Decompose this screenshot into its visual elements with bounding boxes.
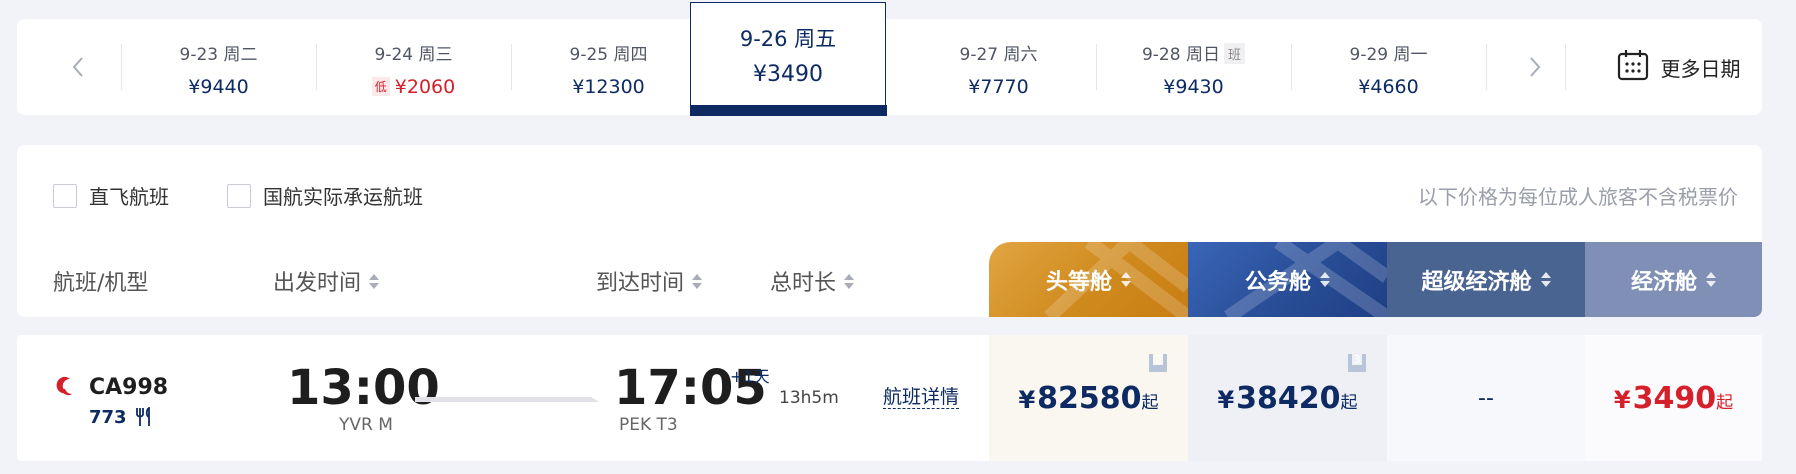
date-price: ¥7770 bbox=[968, 76, 1029, 98]
business-class-price-cell[interactable]: 3 ¥38420起 bbox=[1188, 335, 1387, 461]
currency-symbol: ¥ bbox=[1018, 385, 1036, 414]
date-price: ¥4660 bbox=[1358, 76, 1419, 98]
date-cell-0926-selected[interactable]: 9-26 周五 ¥3490 bbox=[689, 2, 887, 116]
currency-symbol: ¥ bbox=[1613, 385, 1631, 414]
sort-icon bbox=[1706, 272, 1716, 287]
date-cell-0929[interactable]: 9-29 周一 ¥4660 bbox=[1291, 19, 1486, 115]
nonstop-checkbox[interactable] bbox=[53, 183, 77, 208]
cabin-business-header[interactable]: 公务舱 bbox=[1188, 242, 1387, 317]
date-label: 9-29 周一 bbox=[1349, 45, 1428, 65]
price-from-suffix: 起 bbox=[1716, 392, 1734, 413]
working-day-tag: 班 bbox=[1223, 43, 1245, 64]
route-arrow-icon bbox=[415, 387, 601, 406]
date-cell-0923[interactable]: 9-23 周二 ¥9440 bbox=[121, 19, 316, 115]
aircraft-type: 773 bbox=[89, 407, 127, 428]
arrival-airport: PEK T3 bbox=[619, 415, 678, 435]
currency-symbol: ¥ bbox=[1217, 385, 1235, 414]
date-label: 9-24 周三 bbox=[374, 45, 453, 65]
sort-icon bbox=[1121, 272, 1131, 287]
price-from-suffix: 起 bbox=[1141, 392, 1159, 413]
first-class-price-cell[interactable]: 2 ¥82580起 bbox=[989, 335, 1188, 461]
air-china-logo-icon bbox=[51, 375, 75, 403]
more-dates-label: 更多日期 bbox=[1660, 56, 1741, 81]
nonstop-filter[interactable]: 直飞航班 bbox=[53, 181, 169, 210]
column-flight: 航班/机型 bbox=[53, 265, 148, 297]
air-china-operated-label: 国航实际承运航班 bbox=[263, 185, 423, 209]
date-cell-0927[interactable]: 9-27 周六 ¥7770 bbox=[901, 19, 1096, 115]
date-price-value: ¥2060 bbox=[394, 76, 456, 98]
date-cell-0924[interactable]: 9-24 周三 低 ¥2060 bbox=[316, 19, 511, 115]
date-label: 9-27 周六 bbox=[959, 45, 1038, 65]
date-cell-0928[interactable]: 9-28 周日班 ¥9430 bbox=[1096, 19, 1291, 115]
date-price: ¥3490 bbox=[753, 62, 823, 87]
date-divider bbox=[1565, 44, 1566, 90]
date-label: 9-26 周五 bbox=[739, 27, 837, 51]
price-note: 以下价格为每位成人旅客不含税票价 bbox=[1418, 185, 1738, 209]
business-class-price-value: 38420 bbox=[1236, 380, 1341, 416]
date-label-text: 9-28 周日 bbox=[1141, 45, 1220, 65]
column-depart-label: 出发时间 bbox=[273, 271, 362, 296]
date-cell-0925[interactable]: 9-25 周四 ¥12300 bbox=[511, 19, 706, 115]
first-class-price-value: 82580 bbox=[1037, 380, 1142, 416]
date-divider bbox=[1486, 44, 1487, 90]
date-price: ¥9440 bbox=[188, 76, 249, 98]
cabin-super-economy-header[interactable]: 超级经济舱 bbox=[1387, 242, 1585, 317]
seat-count-icon: 2 bbox=[1146, 351, 1170, 379]
flight-row: CA998 773 13:00 YVR M 17:05 +1天 PEK T3 1… bbox=[17, 335, 1762, 461]
next-day-indicator: +1天 bbox=[730, 367, 770, 386]
date-price: 低 ¥2060 bbox=[316, 76, 511, 98]
flight-number: CA998 bbox=[89, 375, 169, 400]
calendar-icon bbox=[1617, 49, 1649, 85]
sort-icon bbox=[1320, 272, 1330, 287]
column-arrive-sort[interactable]: 到达时间 bbox=[596, 265, 703, 297]
price-from-suffix: 起 bbox=[1340, 392, 1358, 413]
nonstop-label: 直飞航班 bbox=[89, 185, 169, 209]
date-price: ¥12300 bbox=[572, 76, 645, 98]
business-class-price: ¥38420起 bbox=[1217, 381, 1357, 416]
date-label: 9-25 周四 bbox=[569, 45, 648, 65]
sort-icon bbox=[844, 273, 855, 289]
super-economy-price-cell: -- bbox=[1387, 335, 1585, 461]
flight-details-link[interactable]: 航班详情 bbox=[883, 386, 960, 409]
date-price: ¥9430 bbox=[1163, 76, 1224, 98]
flight-duration: 13h5m bbox=[779, 388, 839, 408]
sort-icon bbox=[692, 273, 703, 289]
seat-count-icon: 3 bbox=[1345, 351, 1369, 379]
departure-airport: YVR M bbox=[339, 415, 393, 435]
cabin-super-economy-label: 超级经济舱 bbox=[1421, 269, 1532, 295]
cabin-first-label: 头等舱 bbox=[1045, 269, 1112, 295]
selected-indicator bbox=[689, 105, 887, 116]
column-arrive-label: 到达时间 bbox=[596, 271, 685, 296]
super-economy-unavailable: -- bbox=[1478, 385, 1494, 411]
date-strip: 9-23 周二 ¥9440 9-24 周三 低 ¥2060 9-25 周四 ¥12… bbox=[17, 19, 1762, 115]
meal-icon bbox=[135, 406, 153, 431]
more-dates-button[interactable]: 更多日期 bbox=[1595, 19, 1762, 115]
air-china-operated-filter[interactable]: 国航实际承运航班 bbox=[227, 181, 423, 210]
economy-price-value: 3490 bbox=[1632, 380, 1717, 416]
economy-price: ¥3490起 bbox=[1614, 381, 1733, 416]
date-label: 9-23 周二 bbox=[179, 45, 258, 65]
sort-icon bbox=[1540, 272, 1551, 287]
cabin-economy-label: 经济舱 bbox=[1630, 269, 1697, 295]
results-header-panel: 直飞航班 国航实际承运航班 以下价格为每位成人旅客不含税票价 航班/机型 出发时… bbox=[17, 145, 1762, 317]
date-label: 9-28 周日班 bbox=[1096, 40, 1291, 65]
chevron-left-icon[interactable] bbox=[35, 19, 121, 115]
first-class-price: ¥82580起 bbox=[1018, 381, 1158, 416]
cabin-economy-header[interactable]: 经济舱 bbox=[1585, 242, 1762, 317]
lowest-price-tag: 低 bbox=[371, 77, 390, 96]
column-depart-sort[interactable]: 出发时间 bbox=[273, 265, 380, 297]
seat-count: 2 bbox=[1155, 353, 1162, 366]
air-china-operated-checkbox[interactable] bbox=[227, 183, 251, 208]
sort-icon bbox=[369, 273, 380, 289]
column-duration-sort[interactable]: 总时长 bbox=[770, 265, 855, 297]
seat-count: 3 bbox=[1354, 353, 1361, 366]
cabin-business-label: 公务舱 bbox=[1244, 269, 1311, 295]
cabin-first-header[interactable]: 头等舱 bbox=[989, 242, 1188, 317]
column-duration-label: 总时长 bbox=[770, 271, 837, 296]
column-flight-label: 航班/机型 bbox=[53, 271, 149, 296]
economy-price-cell[interactable]: ¥3490起 bbox=[1585, 335, 1762, 461]
